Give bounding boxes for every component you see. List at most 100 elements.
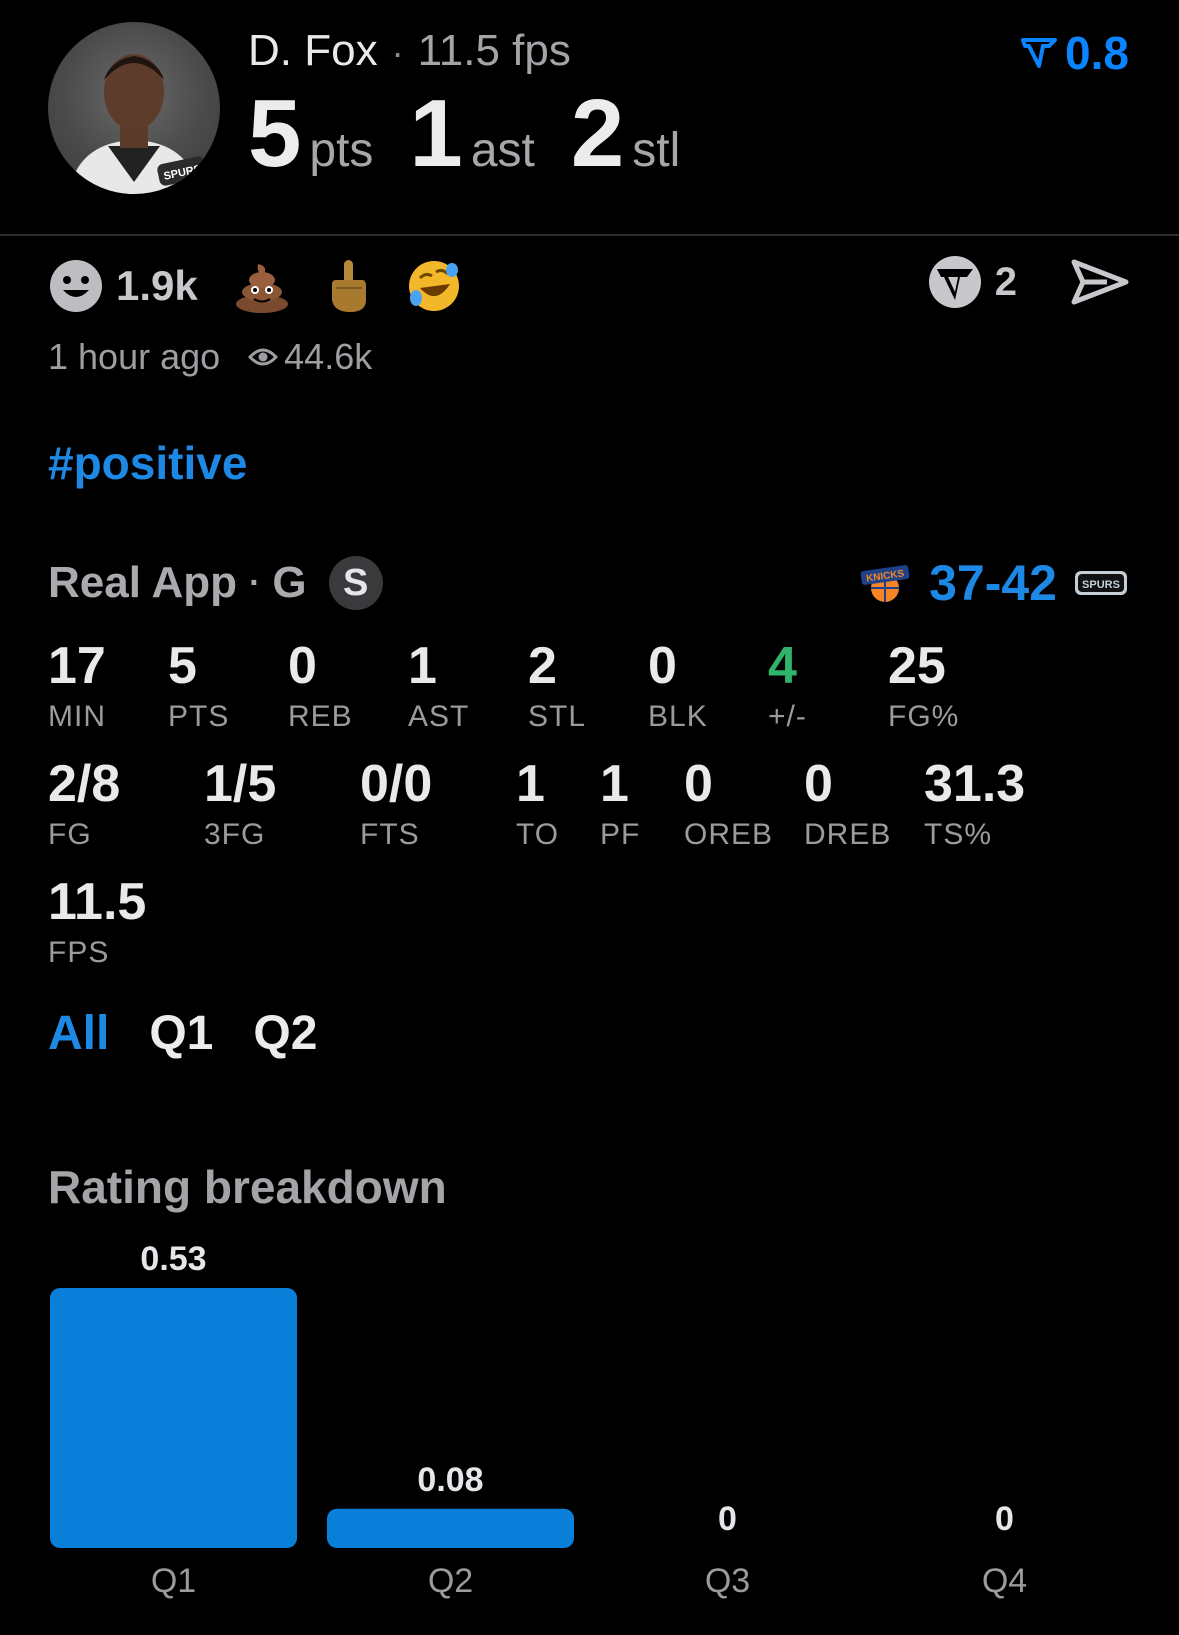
stat-value: 1	[600, 755, 629, 813]
stat-value: 2/8	[48, 755, 121, 813]
poop-emoji-icon[interactable]	[234, 258, 290, 314]
stat-label: STL	[528, 700, 587, 733]
rolling-laughing-emoji-icon[interactable]	[406, 258, 462, 314]
stat-label: TO	[516, 818, 560, 851]
stat-reb: 0 REB	[288, 640, 353, 734]
stat-value: 0	[804, 755, 833, 813]
stat-label: 3FG	[204, 818, 266, 851]
rating-breakdown-chart: 0.53 Q1 0.08 Q2 0 Q3 0 Q4	[50, 1240, 1027, 1600]
headline-value: 2	[570, 80, 624, 187]
stat-plus-minus: 4 +/-	[768, 640, 807, 734]
stat-label: OREB	[684, 818, 774, 851]
stat-value: 1/5	[204, 755, 277, 813]
eye-icon	[248, 348, 279, 366]
period-tabs: All Q1 Q2	[48, 1006, 357, 1061]
stat-label: BLK	[648, 700, 708, 733]
knicks-logo: KNICKS	[860, 565, 910, 602]
game-info: Real App · G S	[48, 556, 383, 610]
reaction-count: 1.9k	[116, 262, 198, 309]
x-tick-label: Q2	[428, 1562, 473, 1600]
bar-q1[interactable]	[50, 1288, 297, 1548]
game-score[interactable]: KNICKS 37-42 SPURS	[857, 554, 1129, 612]
stat-label: MIN	[48, 700, 106, 733]
spurs-logo: SPURS	[1075, 571, 1127, 595]
stat-value: 25	[888, 637, 946, 695]
rating-badge[interactable]: 0.8	[1021, 26, 1129, 80]
reactions-bar: 1.9k	[48, 258, 492, 314]
stat-label: PTS	[168, 700, 230, 733]
header-divider	[0, 234, 1179, 236]
hashtag-link[interactable]: #positive	[48, 436, 247, 490]
real-rating-icon	[1021, 38, 1058, 68]
stat-label: FG	[48, 818, 92, 851]
stat-oreb: 0 OREB	[684, 758, 773, 852]
stat-value: 0/0	[360, 755, 433, 813]
x-tick-label: Q3	[705, 1562, 750, 1600]
stat-label: DREB	[804, 818, 892, 851]
stat-value: 0	[288, 637, 317, 695]
stat-fg-pct: 25 FG%	[888, 640, 959, 734]
bar-value-label: 0.53	[140, 1240, 206, 1278]
player-avatar[interactable]: SPURS	[48, 22, 220, 194]
stat-dreb: 0 DREB	[804, 758, 891, 852]
rating-breakdown-title: Rating breakdown	[48, 1161, 447, 1213]
view-count: 44.6k	[248, 336, 372, 378]
rating-value: 0.8	[1065, 27, 1129, 79]
position: G	[272, 558, 307, 607]
stat-stl: 2 STL	[528, 640, 586, 734]
stat-value: 0	[648, 637, 677, 695]
stat-value: 1	[516, 755, 545, 813]
x-tick-label: Q4	[982, 1562, 1027, 1600]
stat-blk: 0 BLK	[648, 640, 708, 734]
stat-ts-pct: 31.3 TS%	[924, 758, 1025, 852]
stat-label: REB	[288, 700, 353, 733]
bar-value-label: 0.08	[417, 1461, 483, 1499]
post-time: 1 hour ago	[48, 336, 221, 377]
stat-value: 2	[528, 637, 557, 695]
tab-q2[interactable]: Q2	[253, 1006, 317, 1061]
smiley-icon[interactable]	[48, 258, 104, 314]
stat-value: 0	[684, 755, 713, 813]
bar-value-label: 0	[995, 1500, 1014, 1538]
stat-fts: 0/0 FTS	[360, 758, 432, 852]
middle-finger-emoji-icon[interactable]	[320, 258, 376, 314]
stat-value: 17	[48, 637, 106, 695]
headline-unit: ast	[470, 124, 535, 177]
stat-value: 1	[408, 637, 437, 695]
stat-value: 11.5	[48, 873, 147, 931]
stat-fps: 11.5 FPS	[48, 876, 146, 970]
views-value: 44.6k	[284, 336, 373, 377]
headline-value: 5	[248, 80, 301, 187]
stat-to: 1 TO	[516, 758, 559, 852]
bar-q2[interactable]	[327, 1508, 574, 1548]
stat-value: 5	[168, 637, 197, 695]
stat-value: 31.3	[924, 755, 1026, 813]
stat-label: +/-	[768, 700, 807, 733]
stat-fg: 2/8 FG	[48, 758, 120, 852]
starter-badge: S	[328, 556, 383, 610]
stat-pts: 5 PTS	[168, 640, 229, 734]
stat-label: FPS	[48, 936, 110, 969]
tab-q1[interactable]: Q1	[149, 1006, 213, 1061]
tab-all[interactable]: All	[48, 1006, 109, 1061]
player-name[interactable]: D. Fox	[248, 26, 378, 75]
headline-stats: 5 pts 1 ast 2 stl	[248, 86, 716, 182]
real-points-icon[interactable]	[927, 254, 983, 310]
stat-label: TS%	[924, 818, 993, 851]
stat-label: PF	[600, 818, 641, 851]
send-icon[interactable]	[1071, 257, 1129, 307]
player-title: D. Fox · 11.5 fps	[248, 26, 571, 76]
separator-dot: ·	[249, 563, 261, 602]
separator-dot: ·	[391, 32, 404, 73]
headline-unit: pts	[309, 124, 374, 177]
player-photo: SPURS	[68, 54, 207, 194]
bar-value-label: 0	[718, 1500, 737, 1538]
stat-value: 4	[768, 637, 797, 695]
headline-unit: stl	[632, 124, 681, 177]
stat-pf: 1 PF	[600, 758, 640, 852]
stat-label: FG%	[888, 700, 960, 733]
stat-label: AST	[408, 700, 470, 733]
spurs-logo-text: SPURS	[1082, 579, 1120, 591]
player-fps: 11.5 fps	[417, 26, 571, 75]
stat-min: 17 MIN	[48, 640, 106, 734]
